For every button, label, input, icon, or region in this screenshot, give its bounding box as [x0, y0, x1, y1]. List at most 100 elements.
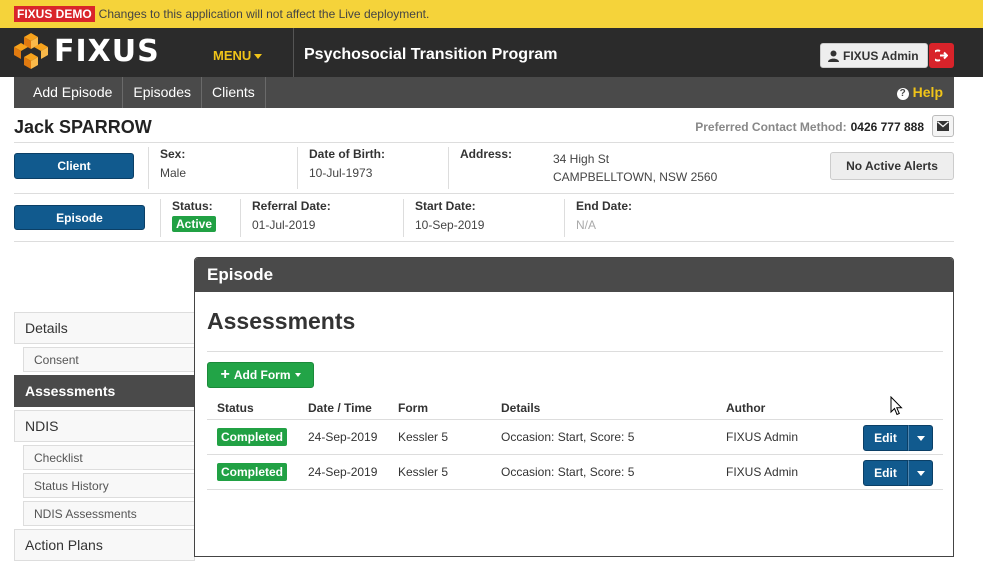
menu-label: MENU: [213, 48, 252, 63]
row-datetime: 24-Sep-2019: [308, 430, 378, 444]
row-form: Kessler 5: [398, 430, 449, 444]
envelope-icon: [937, 121, 949, 131]
divider: [207, 351, 943, 352]
demo-badge: FIXUS DEMO: [14, 6, 95, 22]
contact-value: 0426 777 888: [850, 120, 924, 134]
row-author: FIXUS Admin: [726, 430, 799, 444]
status-badge: Active: [172, 216, 217, 232]
row-form: Kessler 5: [398, 465, 449, 479]
subnav-add-episode[interactable]: Add Episode: [14, 77, 124, 108]
episode-button[interactable]: Episode: [14, 205, 145, 230]
add-form-button[interactable]: + Add Form: [207, 362, 314, 388]
logout-button[interactable]: [929, 43, 954, 68]
column-author[interactable]: Author: [726, 396, 765, 419]
edit-button[interactable]: Edit: [863, 425, 908, 451]
divider: [14, 193, 954, 194]
sidebar-item-details[interactable]: Details: [14, 312, 195, 344]
end-label: End Date:: [576, 199, 633, 213]
sex-label: Sex:: [160, 147, 186, 161]
question-circle-icon: ?: [896, 88, 909, 100]
assessments-table: Status Date / Time Form Details Author C…: [207, 396, 943, 490]
divider: [14, 142, 954, 143]
caret-down-icon: [916, 470, 925, 476]
dob-value: 10-Jul-1973: [309, 166, 373, 180]
address-label: Address:: [460, 147, 513, 161]
mouse-cursor-icon: [890, 396, 903, 416]
status-badge: Completed: [217, 463, 288, 481]
dob-field: Date of Birth: 10-Jul-1973: [297, 147, 385, 189]
panel-header: Episode: [195, 258, 953, 292]
table-row: Completed 24-Sep-2019 Kessler 5 Occasion…: [207, 455, 943, 490]
address-line1: 34 High St: [553, 152, 610, 166]
subnav-episodes[interactable]: Episodes: [123, 77, 202, 108]
demo-message: Changes to this application will not aff…: [98, 7, 430, 21]
row-details: Occasion: Start, Score: 5: [501, 430, 635, 444]
user-account-button[interactable]: FIXUS Admin: [820, 43, 928, 68]
address-value: 34 High St CAMPBELLTOWN, NSW 2560: [553, 150, 717, 186]
sidebar-item-status-history[interactable]: Status History: [23, 473, 195, 498]
address-line2: CAMPBELLTOWN, NSW 2560: [553, 170, 718, 184]
row-datetime: 24-Sep-2019: [308, 465, 378, 479]
episode-panel: Episode Assessments + Add Form Status Da…: [194, 257, 954, 557]
edit-button[interactable]: Edit: [863, 460, 908, 486]
demo-banner: FIXUS DEMO Changes to this application w…: [0, 0, 983, 28]
status-label: Status:: [172, 199, 213, 213]
program-title: Psychosocial Transition Program: [304, 46, 558, 63]
sidebar-item-checklist[interactable]: Checklist: [23, 445, 195, 470]
end-date-field: End Date: N/A: [564, 199, 632, 237]
divider: [14, 241, 954, 242]
help-link[interactable]: ? Help: [896, 77, 943, 108]
start-value: 10-Sep-2019: [415, 218, 485, 232]
page-title: Assessments: [207, 308, 356, 334]
caret-down-icon: [294, 373, 301, 377]
column-datetime[interactable]: Date / Time: [308, 396, 372, 419]
sidebar-item-ndis-assessments[interactable]: NDIS Assessments: [23, 501, 195, 526]
sidebar-item-assessments[interactable]: Assessments: [14, 375, 195, 407]
user-icon: [828, 50, 839, 62]
sex-value: Male: [160, 166, 187, 180]
end-value: N/A: [576, 218, 597, 232]
start-label: Start Date:: [415, 199, 476, 213]
email-button[interactable]: [932, 115, 954, 137]
nav-divider: [293, 28, 294, 77]
sex-field: Sex: Male: [148, 147, 186, 189]
dob-label: Date of Birth:: [309, 147, 385, 161]
row-details: Occasion: Start, Score: 5: [501, 465, 635, 479]
logout-icon: [935, 49, 948, 62]
referral-label: Referral Date:: [252, 199, 331, 213]
sidebar-item-ndis[interactable]: NDIS: [14, 410, 195, 442]
status-badge: Completed: [217, 428, 288, 446]
add-form-label: Add Form: [233, 368, 291, 382]
top-navbar: FIXUS MENU Psychosocial Transition Progr…: [0, 28, 983, 77]
sidebar-item-consent[interactable]: Consent: [23, 347, 195, 372]
alerts-button[interactable]: No Active Alerts: [830, 152, 954, 180]
contact-label: Preferred Contact Method:: [695, 120, 847, 134]
fixus-logo[interactable]: FIXUS: [14, 33, 160, 69]
help-label: Help: [912, 84, 943, 100]
subnav-clients[interactable]: Clients: [202, 77, 266, 108]
user-name: FIXUS Admin: [843, 48, 919, 63]
caret-down-icon: [254, 54, 263, 60]
client-name: Jack SPARROW: [14, 117, 152, 137]
sidebar-item-action-plans[interactable]: Action Plans: [14, 529, 195, 561]
edit-button-group: Edit: [863, 425, 933, 451]
status-field: Status: Active: [160, 199, 217, 237]
plus-icon: +: [220, 366, 230, 383]
row-author: FIXUS Admin: [726, 465, 799, 479]
sub-navbar: Add Episode Episodes Clients ? Help: [14, 77, 954, 108]
referral-value: 01-Jul-2019: [252, 218, 316, 232]
client-button[interactable]: Client: [14, 153, 134, 179]
column-form[interactable]: Form: [398, 396, 428, 419]
referral-date-field: Referral Date: 01-Jul-2019: [240, 199, 331, 237]
column-details[interactable]: Details: [501, 396, 540, 419]
caret-down-icon: [916, 435, 925, 441]
preferred-contact: Preferred Contact Method: 0426 777 888: [695, 120, 924, 134]
column-status[interactable]: Status: [217, 396, 254, 419]
menu-button[interactable]: MENU: [213, 48, 263, 63]
edit-dropdown-toggle[interactable]: [908, 425, 933, 451]
episode-sidebar: Details Consent Assessments NDIS Checkli…: [14, 312, 195, 564]
edit-button-group: Edit: [863, 460, 933, 486]
address-field: Address:: [448, 147, 512, 189]
table-row: Completed 24-Sep-2019 Kessler 5 Occasion…: [207, 420, 943, 455]
edit-dropdown-toggle[interactable]: [908, 460, 933, 486]
